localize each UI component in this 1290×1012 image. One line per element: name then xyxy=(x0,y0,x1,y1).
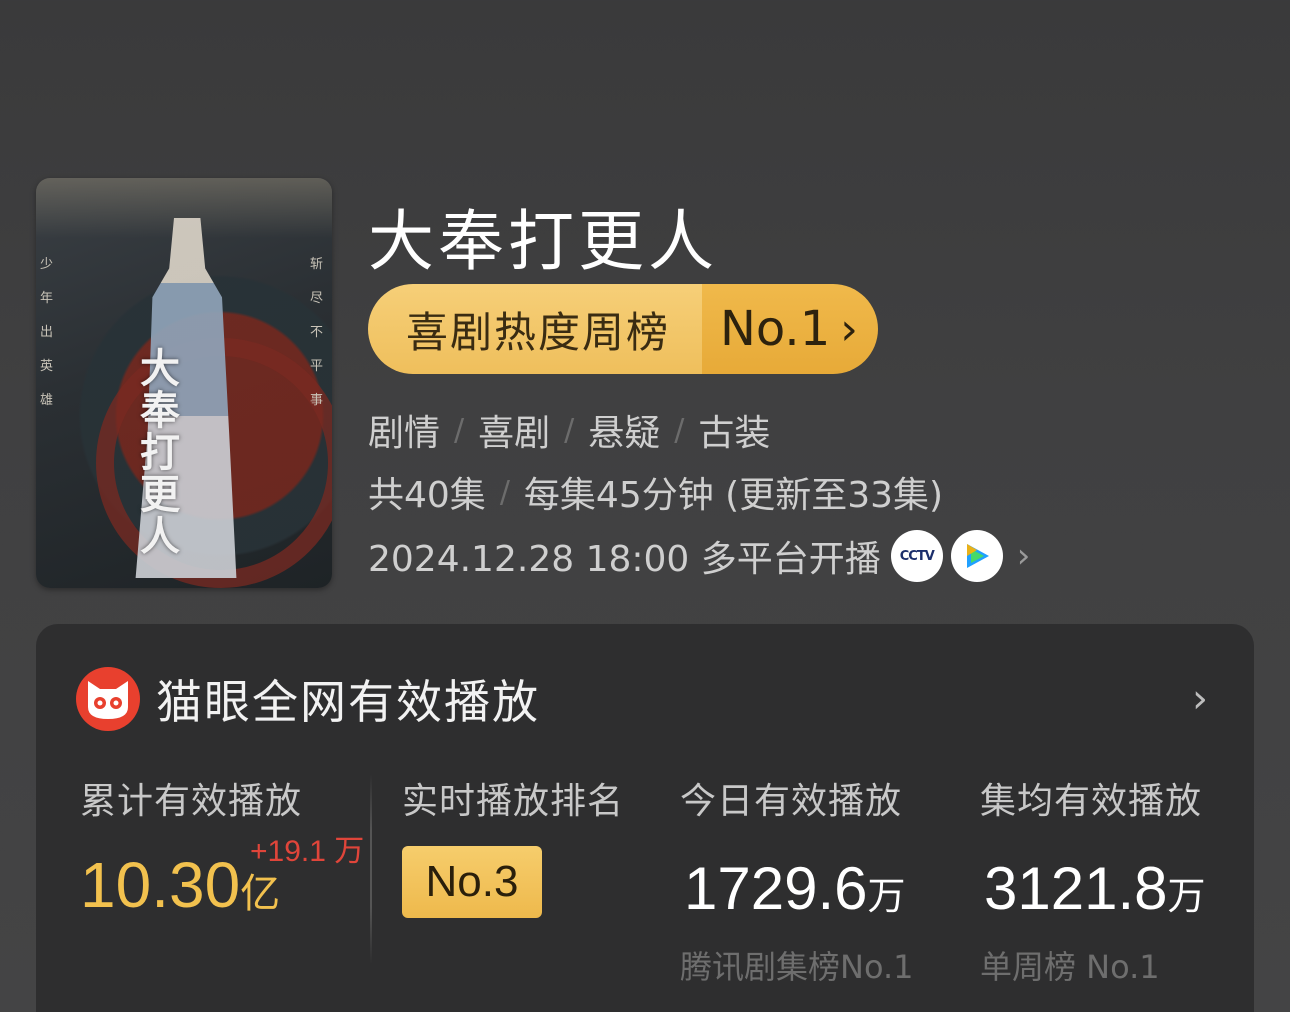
separator-slash: / xyxy=(564,412,575,448)
stat-total-unit: 亿 xyxy=(240,871,281,917)
show-title: 大奉打更人 xyxy=(368,203,718,280)
chevron-right-icon: › xyxy=(1016,536,1031,576)
separator-slash: / xyxy=(454,412,465,448)
stat-realtime-rank: 实时播放排名 No.3 xyxy=(402,772,625,918)
stat-average-number: 3121.8 xyxy=(984,855,1168,922)
chevron-right-icon: › xyxy=(840,303,858,355)
separator-slash: / xyxy=(674,412,685,448)
card-header[interactable]: 猫眼全网有效播放 xyxy=(76,666,540,732)
episode-length: 每集45分钟 (更新至33集) xyxy=(523,475,944,516)
stat-average-value: 3121.8万 xyxy=(984,854,1206,923)
stat-label: 实时播放排名 xyxy=(402,781,625,822)
stat-average-unit: 万 xyxy=(1167,874,1206,918)
stat-today-number: 1729.6 xyxy=(684,855,868,922)
poster-side-text-left: 少年出英雄 xyxy=(40,257,54,408)
genre-tag: 喜剧 xyxy=(478,413,551,454)
rank-pill-value: No.1 xyxy=(720,301,831,357)
poster-side-text-right: 斩尽不平事 xyxy=(310,257,324,408)
stat-today-plays: 今日有效播放 1729.6万 腾讯剧集榜No.1 xyxy=(680,772,914,986)
poster-char: 人 xyxy=(140,513,180,560)
card-title: 猫眼全网有效播放 xyxy=(156,675,540,729)
stat-today-value: 1729.6万 xyxy=(684,854,906,923)
poster-char: 奉 xyxy=(140,387,180,434)
genre-tags: 剧情 / 喜剧 / 悬疑 / 古装 xyxy=(368,404,770,456)
chevron-right-icon[interactable]: › xyxy=(1192,676,1208,722)
genre-tag: 悬疑 xyxy=(588,413,661,454)
episode-count: 共40集 xyxy=(368,475,486,516)
episode-info: 共40集 / 每集45分钟 (更新至33集) xyxy=(368,466,943,518)
stat-today-unit: 万 xyxy=(867,874,906,918)
stat-label: 累计有效播放 xyxy=(80,781,303,822)
rank-pill-label: 喜剧热度周榜 xyxy=(368,284,702,374)
cctv-icon: CCTV xyxy=(890,530,943,582)
stat-today-sub: 腾讯剧集榜No.1 xyxy=(680,948,914,986)
stat-average-sub: 单周榜 No.1 xyxy=(980,948,1160,986)
release-info[interactable]: 2024.12.28 18:00 多平台开播 CCTV › xyxy=(368,530,1030,582)
stat-total-delta: +19.1 万 xyxy=(250,835,365,868)
show-poster[interactable]: 少年出英雄 斩尽不平事 大 奉 打 更 人 xyxy=(36,178,332,588)
genre-tag: 剧情 xyxy=(368,413,441,454)
stat-label: 集均有效播放 xyxy=(980,781,1203,822)
stat-label: 今日有效播放 xyxy=(680,781,903,822)
release-text: 2024.12.28 18:00 多平台开播 xyxy=(368,539,881,580)
stat-total-number: 10.30 xyxy=(80,849,241,921)
maoyan-cat-icon xyxy=(76,667,140,731)
stat-average-plays: 集均有效播放 3121.8万 单周榜 No.1 xyxy=(980,772,1206,986)
maoyan-stats-card: 猫眼全网有效播放 › 累计有效播放 10.30亿 +19.1 万 实时播放排名 … xyxy=(36,624,1254,1012)
realtime-rank-badge: No.3 xyxy=(402,846,542,918)
stat-total-plays: 累计有效播放 10.30亿 +19.1 万 xyxy=(80,772,364,921)
genre-tag: 古装 xyxy=(698,413,771,454)
separator-slash: / xyxy=(499,474,510,510)
poster-calligraphy-title: 大 奉 打 更 人 xyxy=(140,348,180,558)
weekly-rank-pill[interactable]: 喜剧热度周榜 No.1 › xyxy=(368,284,878,374)
stat-divider xyxy=(370,774,372,964)
poster-char: 打 xyxy=(140,429,180,476)
tencent-video-icon xyxy=(950,530,1003,582)
poster-char: 大 xyxy=(140,345,180,392)
rank-pill-value-wrap: No.1 › xyxy=(702,284,878,374)
poster-char: 更 xyxy=(140,471,180,518)
